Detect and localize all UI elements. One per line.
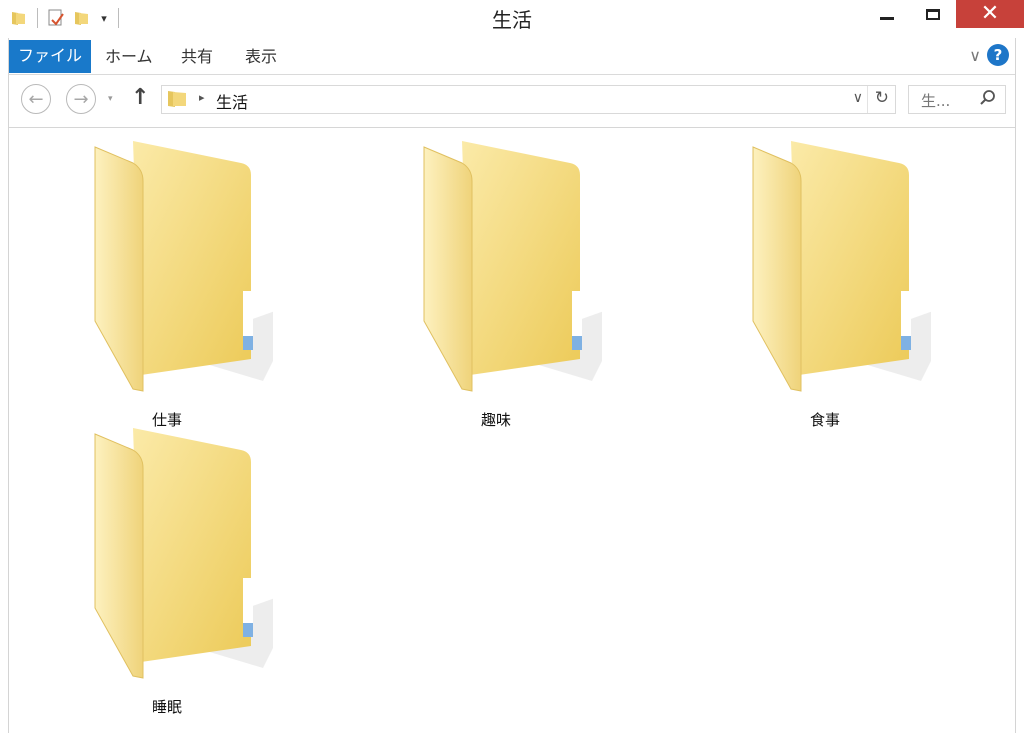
- ribbon-controls: ∨ ?: [969, 44, 1009, 66]
- minimize-button[interactable]: [864, 0, 910, 28]
- breadcrumb-item[interactable]: 生活: [216, 89, 248, 113]
- arrow-left-icon: ←: [28, 88, 44, 110]
- folder-item[interactable]: 仕事: [57, 141, 277, 431]
- ribbon: ファイル ホーム 共有 表示 ∨ ?: [9, 38, 1015, 75]
- file-view: 仕事 趣味 食事 睡眠: [9, 128, 1015, 733]
- search-input[interactable]: 生...: [921, 90, 950, 111]
- folder-icon: [166, 89, 190, 113]
- arrow-right-icon: →: [73, 88, 89, 110]
- expand-ribbon-icon[interactable]: ∨: [969, 46, 981, 65]
- back-button[interactable]: ←: [21, 84, 51, 114]
- up-button[interactable]: ↑: [131, 85, 149, 110]
- folder-name: 趣味: [480, 411, 511, 429]
- address-history-dropdown[interactable]: ∨: [853, 90, 863, 106]
- address-bar[interactable]: ▸ 生活 ∨ ↻: [161, 85, 896, 114]
- folder-icon: [423, 141, 602, 392]
- tab-file[interactable]: ファイル: [9, 40, 91, 73]
- folder-item[interactable]: 趣味: [386, 141, 606, 431]
- folder-name: 食事: [809, 411, 840, 429]
- breadcrumb-arrow-icon[interactable]: ▸: [199, 91, 205, 104]
- folder-item[interactable]: 睡眠: [57, 428, 277, 718]
- maximize-button[interactable]: [910, 0, 956, 28]
- close-button[interactable]: ✕: [956, 0, 1024, 28]
- window-controls: ✕: [864, 0, 1024, 28]
- help-icon[interactable]: ?: [987, 44, 1009, 66]
- folder-icon: [94, 141, 273, 392]
- refresh-icon[interactable]: ↻: [875, 88, 889, 108]
- folder-item[interactable]: 食事: [715, 141, 935, 431]
- folder-icon: [94, 428, 273, 679]
- navigation-bar: ← → ▾ ↑ ▸ 生活 ∨ ↻ 生...: [9, 75, 1015, 128]
- explorer-window: ファイル ホーム 共有 表示 ∨ ? ← → ▾ ↑ ▸ 生活 ∨ ↻ 生...: [8, 38, 1016, 733]
- recent-locations-dropdown[interactable]: ▾: [108, 94, 113, 104]
- search-icon[interactable]: [979, 89, 997, 111]
- folder-name: 仕事: [151, 411, 182, 429]
- maximize-icon: [926, 8, 940, 20]
- divider: [867, 86, 868, 113]
- search-box[interactable]: 生...: [908, 85, 1006, 114]
- title-bar: ▾ 生活 ✕: [0, 0, 1024, 38]
- close-icon: ✕: [980, 1, 1000, 26]
- folder-icon: [752, 141, 931, 392]
- tab-view[interactable]: 表示: [235, 41, 287, 73]
- forward-button[interactable]: →: [66, 84, 96, 114]
- folder-name: 睡眠: [151, 698, 182, 716]
- tab-home[interactable]: ホーム: [95, 41, 163, 73]
- minimize-icon: [880, 16, 894, 20]
- tab-share[interactable]: 共有: [171, 41, 223, 73]
